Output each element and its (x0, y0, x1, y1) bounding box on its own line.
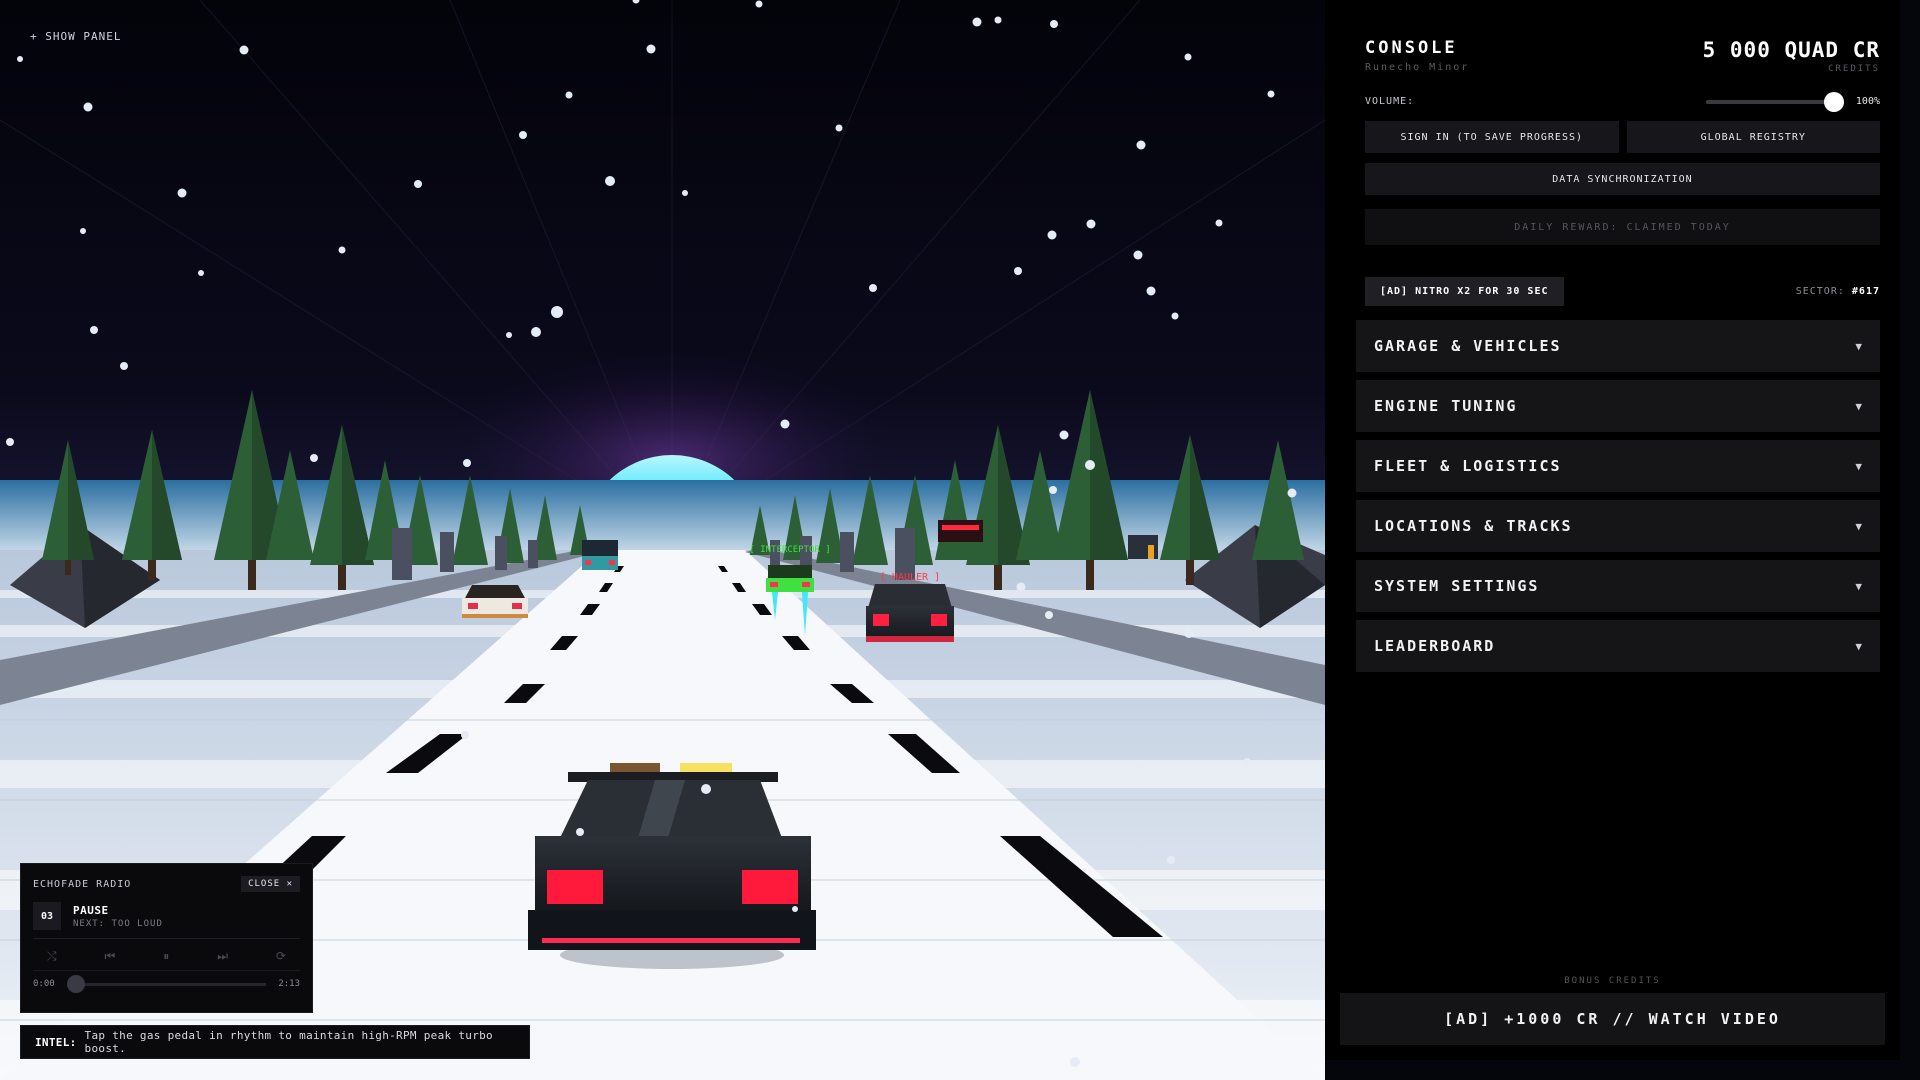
credits-label: CREDITS (1828, 64, 1880, 74)
track-name: PAUSE (73, 903, 109, 917)
section-label: LOCATIONS & TRACKS (1374, 517, 1573, 535)
section-leaderboard[interactable]: LEADERBOARD ▼ (1356, 620, 1880, 672)
section-label: FLEET & LOGISTICS (1374, 457, 1562, 475)
hauler-tag: [ HAULER ] (880, 572, 940, 583)
car-left (462, 585, 528, 618)
radio-widget: ECHOFADE RADIO CLOSE ✕ 03 PAUSE NEXT: TO… (20, 863, 313, 1013)
radio-progress: 0:00 2:13 (33, 974, 300, 993)
game-viewport[interactable]: [ INTERCEPTOR ] [ HAULER ] + SHOW PANEL … (0, 0, 1325, 1080)
section-engine-tuning[interactable]: ENGINE TUNING ▼ (1356, 380, 1880, 432)
shuffle-icon[interactable]: ⤭ (47, 949, 57, 964)
horizon (0, 480, 1325, 560)
credits-value: 5 000 QUAD CR (1702, 38, 1880, 62)
pause-icon[interactable]: ⏸ (163, 949, 169, 964)
chevron-down-icon: ▼ (1855, 639, 1862, 653)
interceptor-tag: [ INTERCEPTOR ] (749, 545, 830, 555)
seek-bar[interactable] (66, 974, 267, 993)
sign-in-button[interactable]: SIGN IN (TO SAVE PROGRESS) (1365, 121, 1619, 153)
section-fleet-logistics[interactable]: FLEET & LOGISTICS ▼ (1356, 440, 1880, 492)
show-panel-button[interactable]: + SHOW PANEL (30, 30, 121, 43)
section-garage-vehicles[interactable]: GARAGE & VEHICLES ▼ (1356, 320, 1880, 372)
time-current: 0:00 (33, 979, 55, 989)
next-track: NEXT: TOO LOUD (73, 918, 163, 929)
volume-fill (1705, 99, 1836, 104)
chevron-down-icon: ▼ (1855, 579, 1862, 593)
chevron-down-icon: ▼ (1855, 339, 1862, 353)
intel-tip: INTEL: Tap the gas pedal in rhythm to ma… (20, 1025, 530, 1059)
console-sections: GARAGE & VEHICLES ▼ ENGINE TUNING ▼ FLEE… (1356, 320, 1880, 672)
radio-title: ECHOFADE RADIO (33, 878, 132, 890)
section-system-settings[interactable]: SYSTEM SETTINGS ▼ (1356, 560, 1880, 612)
watch-video-button[interactable]: [AD] +1000 CR // WATCH VIDEO (1340, 993, 1885, 1045)
next-icon[interactable]: ⏭ (217, 949, 228, 964)
volume-value: 100% (1855, 96, 1880, 107)
console-panel: CONSOLE Runecho Minor 5 000 QUAD CR CRED… (1325, 0, 1900, 1060)
console-subtitle: Runecho Minor (1365, 62, 1470, 73)
chevron-down-icon: ▼ (1855, 459, 1862, 473)
repeat-icon[interactable]: ⟳ (276, 949, 286, 964)
roadside-sign (938, 520, 983, 542)
daily-reward-button: DAILY REWARD: CLAIMED TODAY (1365, 209, 1880, 245)
time-total: 2:13 (278, 979, 300, 989)
sector-indicator: SECTOR: #617 (1796, 286, 1880, 297)
seek-knob[interactable] (66, 974, 85, 993)
intel-text: Tap the gas pedal in rhythm to maintain … (84, 1029, 493, 1055)
section-label: ENGINE TUNING (1374, 397, 1518, 415)
volume-slider[interactable] (1705, 91, 1844, 112)
sector-label: SECTOR: (1795, 286, 1845, 297)
nitro-ad-button[interactable]: [AD] NITRO X2 FOR 30 SEC (1365, 277, 1564, 306)
chevron-down-icon: ▼ (1855, 519, 1862, 533)
section-locations-tracks[interactable]: LOCATIONS & TRACKS ▼ (1356, 500, 1880, 552)
section-label: LEADERBOARD (1374, 637, 1496, 655)
radio-close-button[interactable]: CLOSE ✕ (241, 876, 300, 892)
track-number: 03 (33, 902, 61, 930)
radio-controls: ⤭ ⏮ ⏸ ⏭ ⟳ (33, 939, 300, 971)
car-distant (582, 540, 618, 570)
console-title: CONSOLE (1365, 38, 1458, 58)
section-label: SYSTEM SETTINGS (1374, 577, 1540, 595)
volume-label: VOLUME: (1365, 96, 1415, 107)
volume-knob[interactable] (1823, 91, 1844, 112)
section-label: GARAGE & VEHICLES (1374, 337, 1562, 355)
now-playing: 03 PAUSE NEXT: TOO LOUD (33, 902, 300, 939)
volume-control: VOLUME: 100% (1365, 91, 1880, 112)
chevron-down-icon: ▼ (1855, 399, 1862, 413)
prev-icon[interactable]: ⏮ (105, 949, 116, 964)
sector-value: #617 (1851, 286, 1880, 297)
bonus-credits-label: BONUS CREDITS (1564, 976, 1661, 986)
global-registry-button[interactable]: GLOBAL REGISTRY (1626, 121, 1880, 153)
intel-label: INTEL: (35, 1035, 77, 1049)
data-sync-button[interactable]: DATA SYNCHRONIZATION (1365, 163, 1880, 195)
